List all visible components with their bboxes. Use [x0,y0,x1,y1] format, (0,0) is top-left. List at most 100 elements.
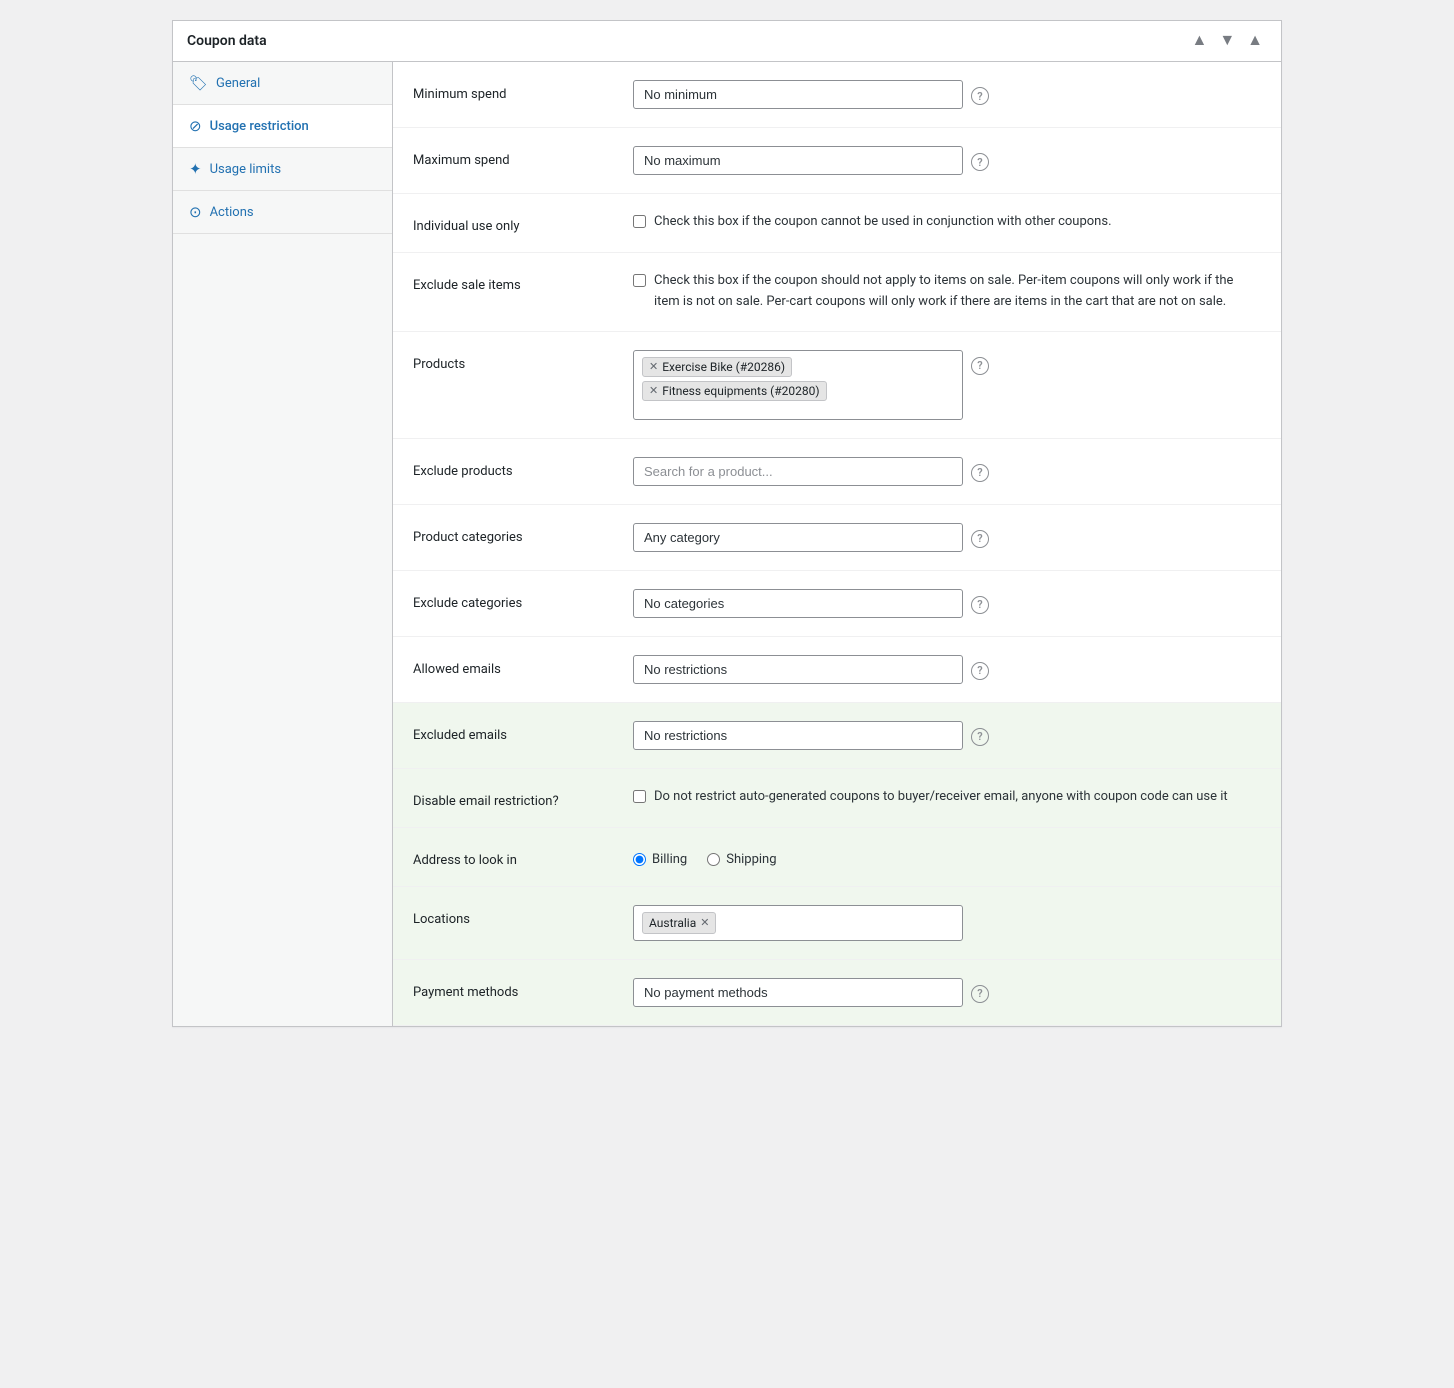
label-individual-use: Individual use only [413,212,633,234]
sidebar-label-general: General [216,76,260,91]
text-exclude-sale: Check this box if the coupon should not … [654,271,1261,313]
text-disable-email: Do not restrict auto-generated coupons t… [654,787,1228,808]
label-payment-methods: Payment methods [413,978,633,1000]
label-excluded-emails: Excluded emails [413,721,633,743]
tag-remove-exercise-bike[interactable]: ✕ [649,360,658,373]
label-allowed-emails: Allowed emails [413,655,633,677]
help-minimum-spend[interactable]: ? [971,87,989,105]
tag-fitness-equipments: ✕ Fitness equipments (#20280) [642,381,827,401]
help-products[interactable]: ? [971,357,989,375]
tag-icon: 🏷 [189,74,208,92]
collapse-up-button[interactable]: ▲ [1187,31,1211,51]
field-payment-methods: ? [633,978,1261,1007]
tag-exercise-bike: ✕ Exercise Bike (#20286) [642,357,792,377]
label-maximum-spend: Maximum spend [413,146,633,168]
panel-header: Coupon data ▲ ▼ ▲ [173,21,1281,62]
row-exclude-categories: Exclude categories ? [393,571,1281,637]
label-disable-email: Disable email restriction? [413,787,633,809]
help-excluded-emails[interactable]: ? [971,728,989,746]
header-controls: ▲ ▼ ▲ [1187,31,1267,51]
input-product-categories[interactable] [633,523,963,552]
input-products[interactable]: ✕ Exercise Bike (#20286) ✕ Fitness equip… [633,350,963,420]
row-allowed-emails: Allowed emails ? [393,637,1281,703]
collapse-down-button[interactable]: ▼ [1215,31,1239,51]
input-payment-methods[interactable] [633,978,963,1007]
checkbox-disable-email[interactable] [633,790,646,803]
help-product-categories[interactable]: ? [971,530,989,548]
actions-icon: ⊙ [189,203,202,221]
row-products: Products ✕ Exercise Bike (#20286) ✕ Fitn… [393,332,1281,439]
sidebar-item-general[interactable]: 🏷 General [173,62,392,105]
tag-australia: Australia ✕ [642,912,716,934]
row-excluded-emails: Excluded emails ? [393,703,1281,769]
row-exclude-products: Exclude products ? [393,439,1281,505]
row-product-categories: Product categories ? [393,505,1281,571]
sidebar-item-actions[interactable]: ⊙ Actions [173,191,392,234]
sidebar-item-usage-restriction[interactable]: ⊘ Usage restriction [173,105,392,148]
sidebar: 🏷 General ⊘ Usage restriction ✦ Usage li… [173,62,393,1026]
input-exclude-products[interactable] [633,457,963,486]
label-products: Products [413,350,633,372]
row-minimum-spend: Minimum spend ? [393,62,1281,128]
checkbox-individual-use[interactable] [633,215,646,228]
help-exclude-products[interactable]: ? [971,464,989,482]
coupon-panel: Coupon data ▲ ▼ ▲ 🏷 General ⊘ Usage rest… [172,20,1282,1027]
field-product-categories: ? [633,523,1261,552]
field-address-look-in: Billing Shipping [633,846,1261,867]
field-locations: Australia ✕ [633,905,1261,941]
label-exclude-products: Exclude products [413,457,633,479]
field-exclude-products: ? [633,457,1261,486]
panel-body: 🏷 General ⊘ Usage restriction ✦ Usage li… [173,62,1281,1026]
tag-remove-fitness-equipments[interactable]: ✕ [649,384,658,397]
input-exclude-categories[interactable] [633,589,963,618]
field-disable-email: Do not restrict auto-generated coupons t… [633,787,1261,808]
field-minimum-spend: ? [633,80,1261,109]
radio-billing[interactable]: Billing [633,852,687,867]
limits-icon: ✦ [189,160,202,178]
input-locations[interactable]: Australia ✕ [633,905,963,941]
label-product-categories: Product categories [413,523,633,545]
radio-input-shipping[interactable] [707,853,720,866]
radio-label-shipping: Shipping [726,852,776,867]
input-minimum-spend[interactable] [633,80,963,109]
input-maximum-spend[interactable] [633,146,963,175]
field-individual-use: Check this box if the coupon cannot be u… [633,212,1261,233]
tag-label-australia: Australia [649,916,696,930]
checkbox-exclude-sale-wrapper: Check this box if the coupon should not … [633,271,1261,313]
sidebar-label-actions: Actions [210,205,254,220]
label-locations: Locations [413,905,633,927]
text-individual-use: Check this box if the coupon cannot be u… [654,212,1112,233]
label-minimum-spend: Minimum spend [413,80,633,102]
row-individual-use: Individual use only Check this box if th… [393,194,1281,253]
help-exclude-categories[interactable]: ? [971,596,989,614]
radio-label-billing: Billing [652,852,687,867]
panel-title: Coupon data [187,33,267,49]
row-address-look-in: Address to look in Billing Shipping [393,828,1281,887]
tag-remove-australia[interactable]: ✕ [700,916,709,929]
row-maximum-spend: Maximum spend ? [393,128,1281,194]
sidebar-label-usage-limits: Usage limits [210,162,281,177]
field-allowed-emails: ? [633,655,1261,684]
sidebar-label-usage-restriction: Usage restriction [210,119,309,134]
checkbox-exclude-sale[interactable] [633,274,646,287]
collapse-button[interactable]: ▲ [1243,31,1267,51]
help-allowed-emails[interactable]: ? [971,662,989,680]
field-exclude-sale: Check this box if the coupon should not … [633,271,1261,313]
input-allowed-emails[interactable] [633,655,963,684]
radio-input-billing[interactable] [633,853,646,866]
radio-shipping[interactable]: Shipping [707,852,776,867]
row-locations: Locations Australia ✕ [393,887,1281,960]
sidebar-item-usage-limits[interactable]: ✦ Usage limits [173,148,392,191]
tag-label-fitness-equipments: Fitness equipments (#20280) [662,384,819,398]
field-products: ✕ Exercise Bike (#20286) ✕ Fitness equip… [633,350,1261,420]
checkbox-disable-email-wrapper: Do not restrict auto-generated coupons t… [633,787,1261,808]
help-payment-methods[interactable]: ? [971,985,989,1003]
label-exclude-sale: Exclude sale items [413,271,633,293]
input-excluded-emails[interactable] [633,721,963,750]
row-exclude-sale: Exclude sale items Check this box if the… [393,253,1281,332]
main-content: Minimum spend ? Maximum spend ? Individu… [393,62,1281,1026]
radio-group-address: Billing Shipping [633,846,777,867]
row-payment-methods: Payment methods ? [393,960,1281,1026]
label-address-look-in: Address to look in [413,846,633,868]
help-maximum-spend[interactable]: ? [971,153,989,171]
